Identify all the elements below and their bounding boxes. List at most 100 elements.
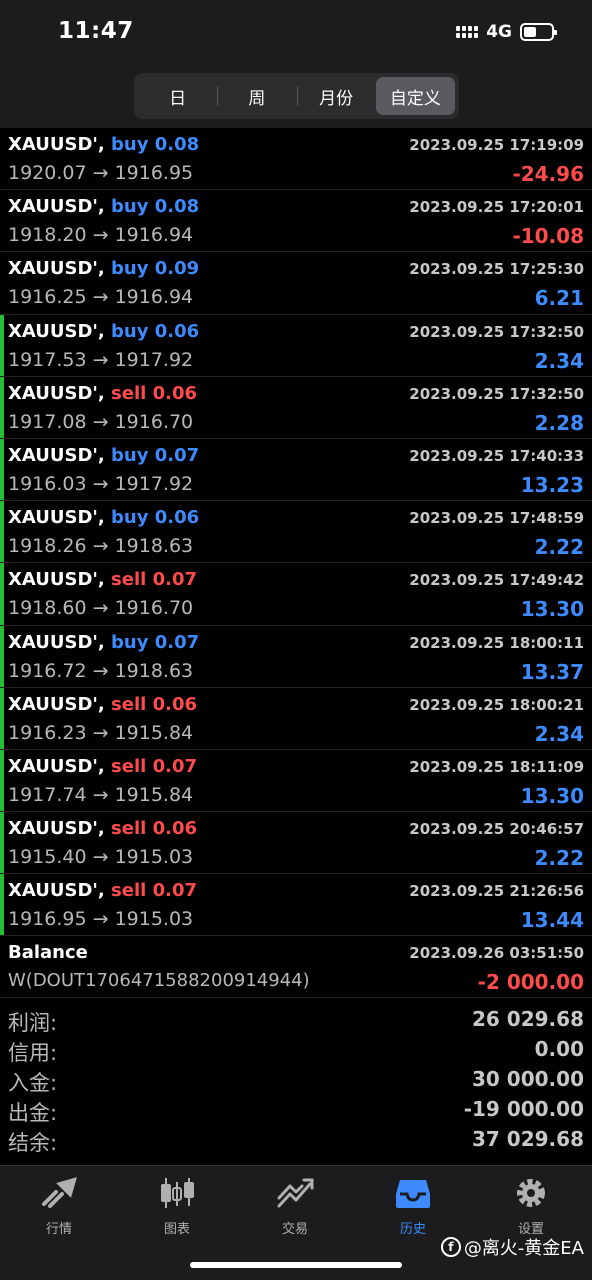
segment-day[interactable]: 日: [138, 77, 217, 115]
summary: 利润: 26 029.68 信用: 0.00 入金: 30 000.00 出金: -19…: [0, 1005, 592, 1155]
tab-settings[interactable]: 设置: [481, 1176, 581, 1237]
trade-symbol: XAUUSD', buy 0.07: [8, 632, 199, 653]
tab-history[interactable]: 历史: [363, 1176, 463, 1237]
trade-row[interactable]: XAUUSD', buy 0.09 2023.09.25 17:25:30 1916…: [0, 252, 592, 315]
trade-time: 2023.09.25 18:11:09: [409, 757, 584, 776]
close-price: 1917.92: [114, 348, 194, 371]
segment-custom[interactable]: 自定义: [375, 77, 455, 115]
tab-chart[interactable]: 图表: [127, 1176, 227, 1237]
symbol-text: XAUUSD',: [8, 693, 105, 715]
network-type: 4G: [486, 22, 512, 42]
trade-prices: 1917.74 → 1915.84: [8, 783, 194, 806]
tab-label: 交易: [281, 1222, 308, 1237]
symbol-text: XAUUSD',: [8, 880, 105, 902]
trade-side: buy 0.06: [111, 321, 199, 342]
trade-prices: 1916.72 → 1918.63: [8, 659, 194, 682]
trade-side: sell 0.07: [111, 569, 197, 590]
history-icon: [396, 1180, 430, 1208]
volume-text: 0.07: [152, 569, 197, 591]
trade-profit: 2.22: [534, 846, 584, 871]
trade-row[interactable]: XAUUSD', sell 0.06 2023.09.25 17:32:50 191…: [0, 376, 592, 439]
trade-side: buy 0.06: [111, 507, 199, 528]
trade-time: 2023.09.25 17:32:50: [409, 384, 584, 403]
summary-row: 结余: 37 029.68: [0, 1125, 592, 1155]
close-price: 1915.03: [114, 908, 194, 931]
trade-side: buy 0.09: [111, 258, 199, 279]
header: 11:47 4G 日 周 月份 自定义: [0, 0, 592, 128]
trade-prices: 1917.08 → 1916.70: [8, 410, 194, 433]
tab-quotes[interactable]: 行情: [9, 1176, 109, 1237]
trade-prices: 1916.95 → 1915.03: [8, 908, 194, 931]
open-price: 1918.60: [8, 597, 87, 620]
close-price: 1916.94: [114, 224, 194, 247]
open-price: 1916.23: [8, 721, 87, 744]
symbol-text: XAUUSD',: [8, 631, 105, 653]
trade-side: sell 0.06: [111, 694, 197, 715]
trade-side: sell 0.06: [111, 383, 197, 404]
trade-prices: 1917.53 → 1917.92: [8, 348, 194, 371]
trade-row[interactable]: XAUUSD', buy 0.08 2023.09.25 17:19:09 1920…: [0, 128, 592, 191]
summary-row: 入金: 30 000.00: [0, 1065, 592, 1095]
trade-symbol: XAUUSD', sell 0.07: [8, 569, 197, 590]
symbol-text: XAUUSD',: [8, 507, 105, 529]
open-price: 1918.26: [8, 535, 87, 558]
segment-week[interactable]: 周: [217, 77, 296, 115]
trade-row[interactable]: XAUUSD', sell 0.07 2023.09.25 21:26:56 191…: [0, 874, 592, 937]
trade-row[interactable]: XAUUSD', buy 0.07 2023.09.25 18:00:11 1916…: [0, 625, 592, 688]
side-text: buy: [111, 134, 149, 155]
volume-text: 0.07: [154, 444, 200, 466]
trade-prices: 1918.60 → 1916.70: [8, 597, 194, 620]
balance-description: W(DOUT1706471588200914944): [8, 970, 310, 992]
balance-row[interactable]: Balance 2023.09.26 03:51:50 W(DOUT17064715…: [0, 936, 592, 999]
trade-profit: 13.30: [520, 783, 584, 808]
trade-profit: -10.08: [512, 224, 584, 249]
trade-profit: -24.96: [512, 162, 584, 186]
trade-side: sell 0.07: [111, 756, 197, 777]
home-indicator[interactable]: [190, 1262, 402, 1268]
volume-text: 0.06: [152, 818, 197, 840]
trade-row[interactable]: XAUUSD', sell 0.07 2023.09.25 17:49:42 191…: [0, 563, 592, 626]
summary-value: -19 000.00: [463, 1097, 584, 1121]
trade-symbol: XAUUSD', sell 0.06: [8, 694, 197, 715]
trade-profit: 13.44: [520, 908, 584, 933]
close-price: 1916.95: [114, 162, 194, 184]
side-text: buy: [111, 196, 149, 218]
open-price: 1916.95: [8, 908, 87, 931]
open-price: 1916.25: [8, 286, 87, 309]
segment-month[interactable]: 月份: [296, 77, 376, 115]
trade-time: 2023.09.25 21:26:56: [409, 882, 584, 901]
volume-text: 0.08: [154, 134, 200, 155]
trade-row[interactable]: XAUUSD', buy 0.08 2023.09.25 17:20:01 1918…: [0, 190, 592, 253]
trade-time: 2023.09.25 17:40:33: [409, 446, 584, 465]
trade-symbol: XAUUSD', buy 0.06: [8, 321, 199, 342]
trade-row[interactable]: XAUUSD', buy 0.06 2023.09.25 17:48:59 1918…: [0, 501, 592, 564]
side-text: buy: [111, 631, 149, 653]
trade-history-list: XAUUSD', buy 0.08 2023.09.25 17:19:09 1920…: [0, 128, 592, 999]
trade-time: 2023.09.25 17:49:42: [409, 571, 584, 590]
open-price: 1920.07: [8, 162, 87, 184]
summary-value: 0.00: [534, 1037, 584, 1061]
trade-row[interactable]: XAUUSD', sell 0.06 2023.09.25 18:00:21 191…: [0, 687, 592, 750]
volume-text: 0.07: [154, 631, 200, 653]
open-price: 1915.40: [8, 846, 87, 869]
trade-symbol: XAUUSD', sell 0.07: [8, 756, 197, 777]
trade-time: 2023.09.25 17:19:09: [409, 136, 584, 154]
quotes-icon: [42, 1177, 77, 1208]
trade-row[interactable]: XAUUSD', sell 0.07 2023.09.25 18:11:09 191…: [0, 749, 592, 813]
tab-trade[interactable]: 交易: [245, 1176, 345, 1237]
summary-row: 出金: -19 000.00: [0, 1095, 592, 1125]
summary-value: 30 000.00: [472, 1067, 584, 1091]
trade-prices: 1918.26 → 1918.63: [8, 535, 194, 558]
trade-side: buy 0.08: [111, 134, 199, 155]
close-price: 1915.84: [114, 783, 194, 806]
close-price: 1916.70: [114, 597, 194, 620]
trade-row[interactable]: XAUUSD', sell 0.06 2023.09.25 20:46:57 191…: [0, 812, 592, 875]
trade-profit: 13.23: [520, 472, 584, 497]
watermark: f @离火-黄金EA: [440, 1234, 584, 1260]
trade-prices: 1916.25 → 1916.94: [8, 286, 194, 309]
trade-row[interactable]: XAUUSD', buy 0.06 2023.09.25 17:32:50 1917…: [0, 314, 592, 377]
side-text: sell: [111, 818, 147, 840]
trade-row[interactable]: XAUUSD', buy 0.07 2023.09.25 17:40:33 1916…: [0, 438, 592, 502]
trade-time: 2023.09.25 17:20:01: [409, 198, 584, 217]
symbol-text: XAUUSD',: [8, 755, 105, 777]
